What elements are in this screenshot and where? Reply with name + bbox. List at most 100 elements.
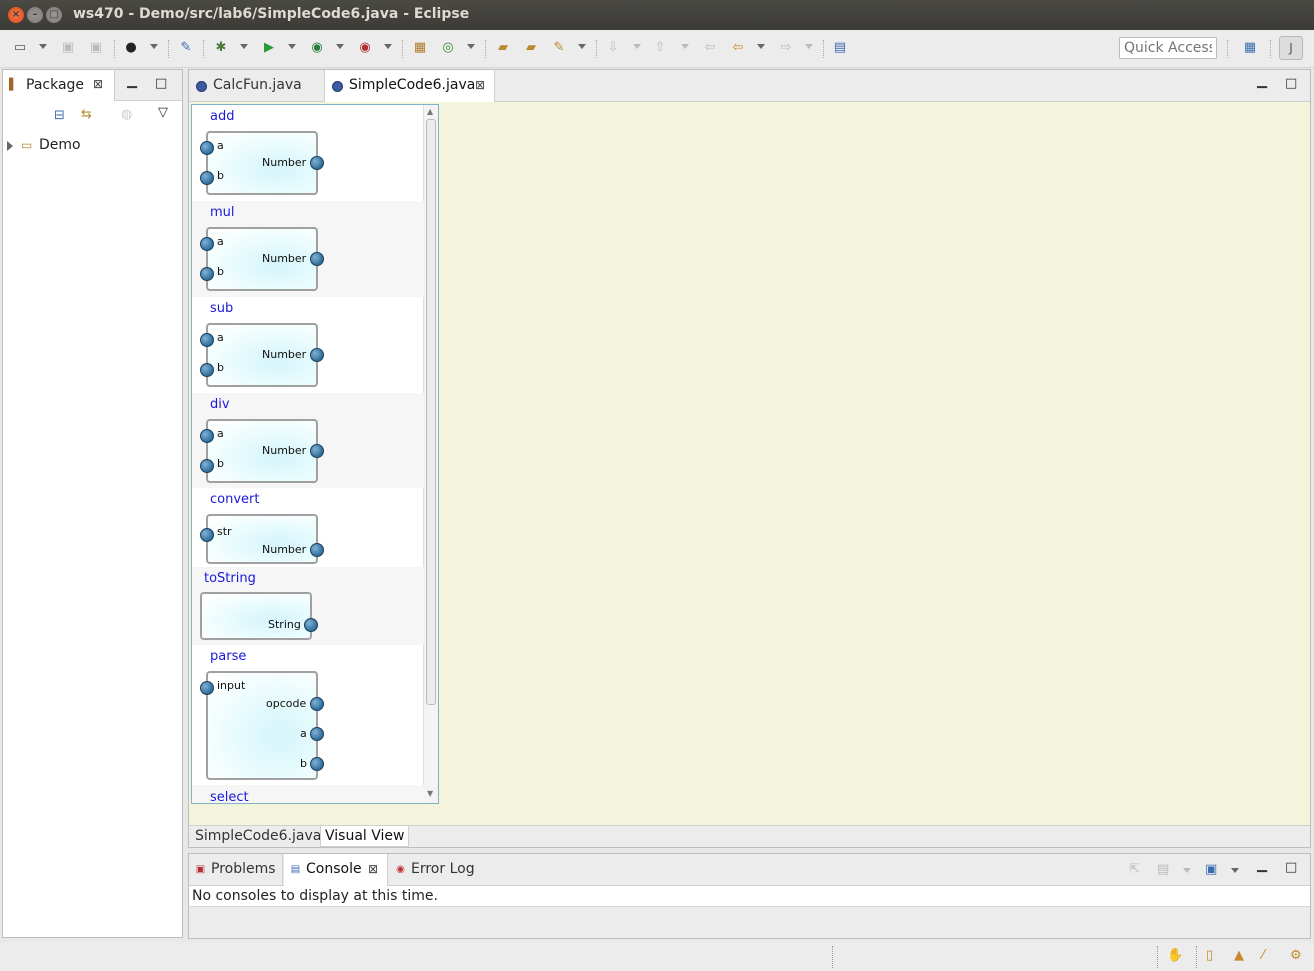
input-port[interactable]: [200, 267, 214, 281]
tab-error-log[interactable]: ◉ Error Log: [389, 854, 489, 886]
input-port[interactable]: [200, 141, 214, 155]
quick-access-input[interactable]: [1119, 37, 1217, 59]
java-perspective-button[interactable]: J: [1279, 36, 1303, 60]
toggle-breakpoint-icon[interactable]: ✎: [177, 39, 195, 57]
window-minimize-button[interactable]: –: [27, 7, 43, 23]
minimize-view-icon[interactable]: ▁: [127, 74, 137, 89]
window-close-button[interactable]: ×: [8, 7, 24, 23]
tab-problems[interactable]: ▣ Problems: [189, 854, 283, 886]
palette-scrollbar[interactable]: ▲ ▼: [423, 105, 438, 803]
input-port[interactable]: [200, 429, 214, 443]
trim-stack-icon[interactable]: ✋: [1167, 948, 1183, 963]
palette-item-tostring[interactable]: toString String: [192, 567, 424, 645]
output-port[interactable]: [304, 618, 318, 632]
component-block[interactable]: [206, 514, 318, 564]
external-tools-dropdown-icon[interactable]: [384, 44, 392, 49]
scroll-down-icon[interactable]: ▼: [427, 789, 433, 798]
debug-dropdown-icon[interactable]: [240, 44, 248, 49]
palette-item-add[interactable]: add a b Number: [192, 105, 424, 201]
new-dropdown-icon[interactable]: [39, 44, 47, 49]
palette-item-sub[interactable]: sub a b Number: [192, 297, 424, 393]
palette-item-mul[interactable]: mul a b Number: [192, 201, 424, 297]
close-icon[interactable]: ⊠: [368, 854, 378, 885]
tab-package-explorer[interactable]: ▌ Package ⊠: [3, 70, 115, 101]
output-port[interactable]: [310, 727, 324, 741]
input-port[interactable]: [200, 528, 214, 542]
book-icon[interactable]: ▯: [1206, 948, 1213, 963]
output-port[interactable]: [310, 697, 324, 711]
palette-item-convert[interactable]: convert str Number: [192, 488, 424, 567]
open-task-icon[interactable]: ▰: [522, 39, 540, 57]
maximize-view-icon[interactable]: □: [1285, 860, 1297, 875]
tab-console[interactable]: ▤ Console ⊠: [284, 854, 388, 886]
run-dropdown-icon[interactable]: [288, 44, 296, 49]
visual-canvas[interactable]: [441, 103, 1310, 824]
debug-icon[interactable]: ✱: [212, 39, 230, 57]
output-port[interactable]: [310, 444, 324, 458]
window-maximize-button[interactable]: □: [46, 7, 62, 23]
focus-on-task-icon[interactable]: ◍: [121, 107, 132, 122]
previous-annotation-dropdown-icon[interactable]: [681, 44, 689, 49]
input-port[interactable]: [200, 237, 214, 251]
last-edit-location-icon[interactable]: ⇦: [701, 39, 719, 57]
tab-source-view[interactable]: SimpleCode6.java: [191, 826, 325, 847]
palette-item-parse[interactable]: parse input opcode a b: [192, 645, 424, 785]
close-icon[interactable]: ⊠: [475, 70, 485, 101]
output-port[interactable]: [310, 757, 324, 771]
forward-icon[interactable]: ⇨: [777, 39, 795, 57]
next-annotation-icon[interactable]: ⇩: [604, 39, 622, 57]
input-port[interactable]: [200, 363, 214, 377]
input-port[interactable]: [200, 171, 214, 185]
search-icon[interactable]: ✎: [550, 39, 568, 57]
external-tools-icon[interactable]: ◉: [356, 39, 374, 57]
pin-console-icon[interactable]: ⇱: [1129, 862, 1140, 877]
input-port[interactable]: [200, 459, 214, 473]
palette-item-select[interactable]: select: [192, 785, 424, 803]
link-with-editor-icon[interactable]: ⇆: [81, 107, 92, 122]
coverage-dropdown-icon[interactable]: [336, 44, 344, 49]
minimize-view-icon[interactable]: ▁: [1257, 858, 1267, 873]
input-port[interactable]: [200, 681, 214, 695]
component-block[interactable]: [200, 592, 312, 640]
pin-editor-icon[interactable]: ▤: [831, 39, 849, 57]
new-java-class-icon[interactable]: ◎: [439, 39, 457, 57]
scroll-up-icon[interactable]: ▲: [427, 107, 433, 116]
open-console-dropdown-icon[interactable]: [1231, 868, 1239, 873]
new-java-package-icon[interactable]: ▦: [411, 39, 429, 57]
new-icon[interactable]: ▭: [11, 39, 29, 57]
previous-annotation-icon[interactable]: ⇧: [651, 39, 669, 57]
back-icon[interactable]: ⇦: [729, 39, 747, 57]
output-port[interactable]: [310, 543, 324, 557]
maximize-view-icon[interactable]: □: [155, 76, 167, 91]
tab-simplecode6-java[interactable]: SimpleCode6.java ⊠: [325, 70, 495, 102]
back-dropdown-icon[interactable]: [757, 44, 765, 49]
output-port[interactable]: [310, 156, 324, 170]
tab-calcfun-java[interactable]: CalcFun.java: [189, 70, 325, 102]
save-icon[interactable]: ▣: [59, 39, 77, 57]
next-annotation-dropdown-icon[interactable]: [633, 44, 641, 49]
scroll-thumb[interactable]: [426, 119, 436, 705]
coverage-icon[interactable]: ◉: [308, 39, 326, 57]
minimize-editor-icon[interactable]: ▁: [1257, 74, 1267, 89]
run-icon[interactable]: ▶: [260, 39, 278, 57]
user-icon[interactable]: ●: [122, 39, 140, 57]
gear-icon[interactable]: ⚙: [1290, 948, 1302, 963]
view-menu-icon[interactable]: ▽: [158, 105, 168, 120]
open-type-icon[interactable]: ▰: [494, 39, 512, 57]
palette-item-div[interactable]: div a b Number: [192, 393, 424, 488]
tab-visual-view[interactable]: Visual View: [320, 826, 410, 847]
graduation-cap-icon[interactable]: ▲: [1234, 948, 1244, 963]
wand-icon[interactable]: ⁄: [1262, 948, 1264, 963]
expand-arrow-icon[interactable]: [7, 141, 13, 151]
save-all-icon[interactable]: ▣: [87, 39, 105, 57]
display-console-icon[interactable]: ▤: [1157, 862, 1169, 877]
maximize-editor-icon[interactable]: □: [1285, 76, 1297, 91]
open-console-icon[interactable]: ▣: [1205, 862, 1217, 877]
output-port[interactable]: [310, 252, 324, 266]
open-perspective-icon[interactable]: ▦: [1241, 39, 1259, 57]
output-port[interactable]: [310, 348, 324, 362]
display-console-dropdown-icon[interactable]: [1183, 868, 1191, 873]
search-dropdown-icon[interactable]: [578, 44, 586, 49]
input-port[interactable]: [200, 333, 214, 347]
forward-dropdown-icon[interactable]: [805, 44, 813, 49]
